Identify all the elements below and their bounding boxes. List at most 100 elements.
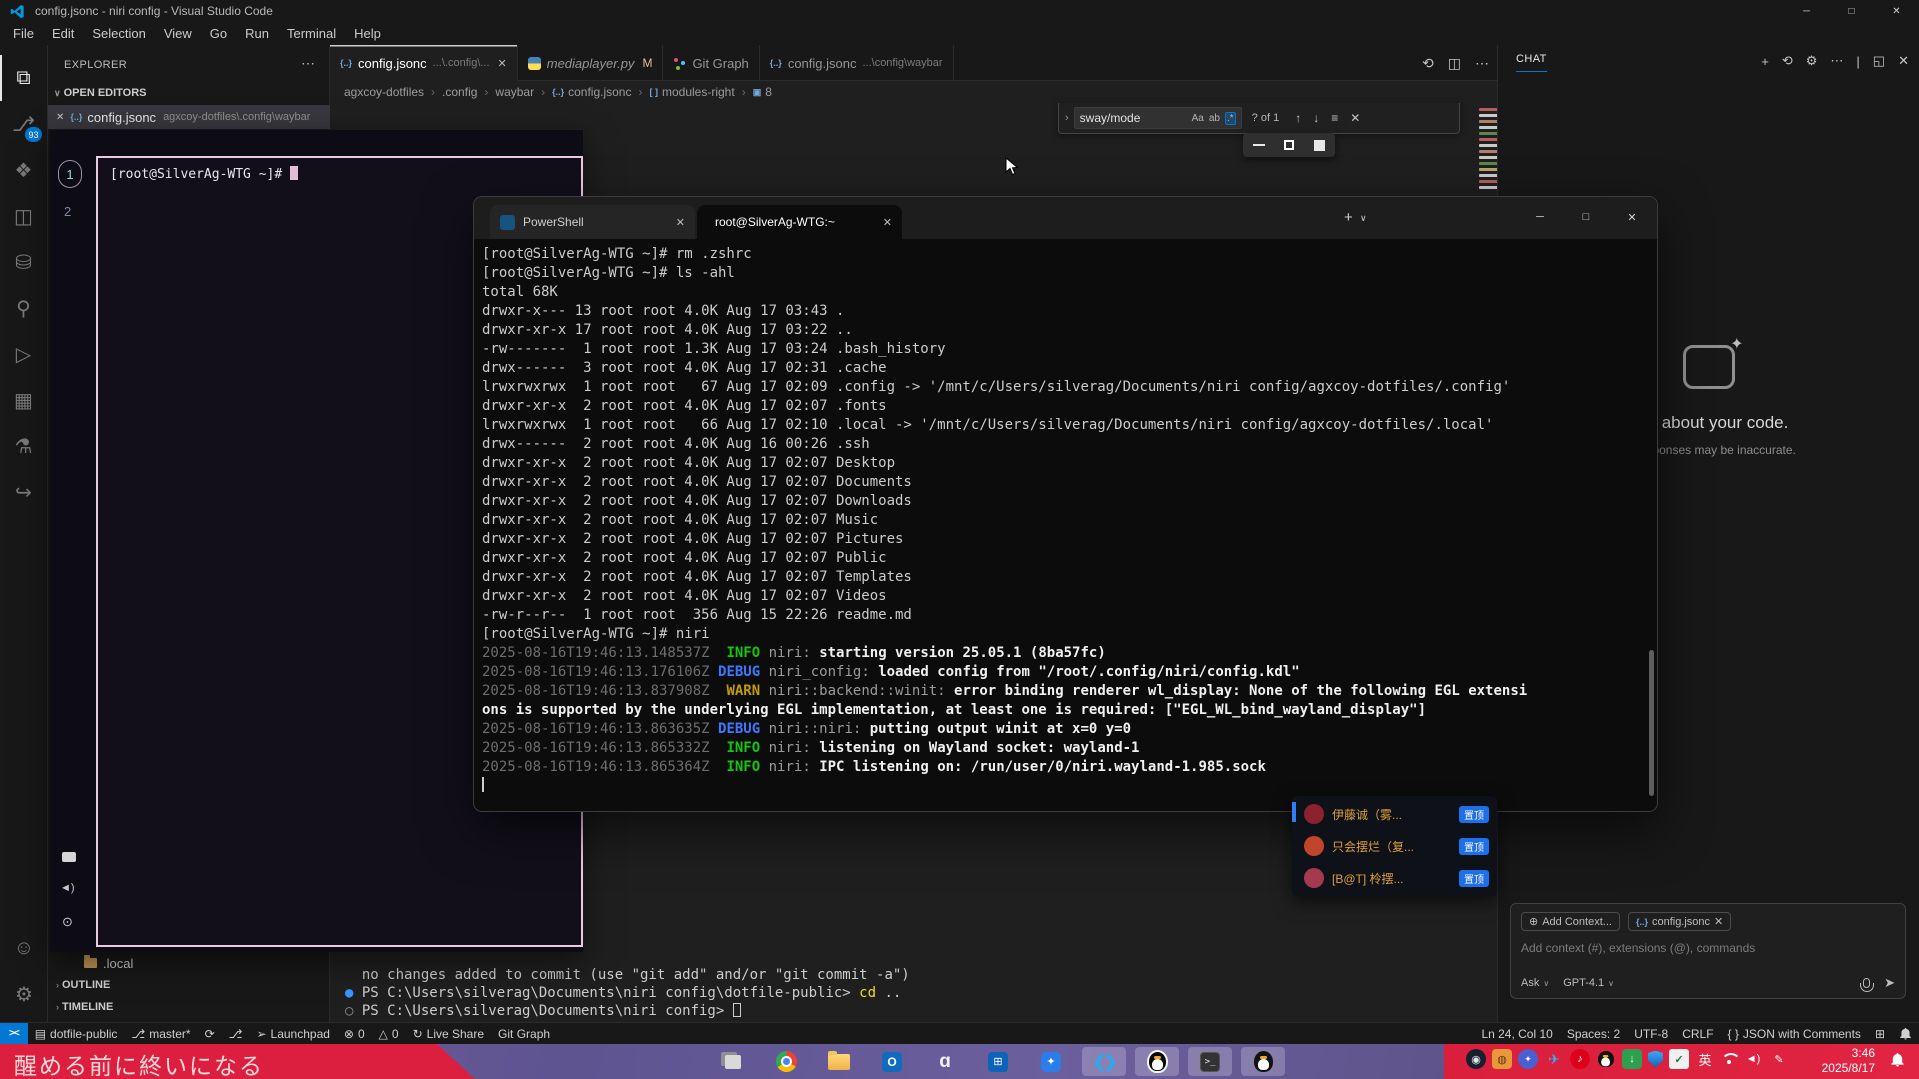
chat-input-box[interactable]: ⊕Add Context... {..}config.jsonc✕ Add co… (1510, 903, 1906, 999)
chat-header-icon[interactable]: ⟲ (1782, 53, 1793, 69)
status-bar-item[interactable]: ➢ Launchpad (249, 1027, 336, 1041)
tray-icon[interactable]: ✎ (1769, 1049, 1789, 1069)
status-bar-item[interactable]: Spaces: 2 (1560, 1027, 1627, 1041)
tray-icon[interactable]: ✈ (1544, 1049, 1564, 1069)
activity-bar-icon[interactable]: ▷ (0, 331, 48, 377)
status-bar-item[interactable]: ⎇ master* (124, 1027, 197, 1041)
menu-item[interactable]: Terminal (278, 26, 345, 41)
status-bar-item[interactable]: ⊗ 0 (337, 1027, 372, 1041)
editor-action-icon[interactable]: ◫ (1448, 55, 1461, 72)
chat-input-placeholder[interactable]: Add context (#), extensions (@), command… (1521, 941, 1895, 955)
taskbar-app-icon[interactable] (817, 1047, 861, 1076)
breadcrumb-item[interactable]: [ ] modules-right (631, 85, 734, 99)
minimize-icon[interactable] (1253, 144, 1265, 146)
taskbar-app-icon[interactable]: O (870, 1047, 914, 1076)
status-bar-item[interactable]: UTF-8 (1627, 1027, 1675, 1041)
status-bar-item[interactable]: Git Graph (491, 1027, 557, 1041)
menu-item[interactable]: Help (345, 26, 390, 41)
notifications-bell-icon[interactable] (1892, 1027, 1919, 1040)
status-bar-item[interactable]: ⟳ (198, 1027, 222, 1041)
chat-header-icon[interactable]: ⋯ (1830, 53, 1843, 69)
activity-bar-icon[interactable]: ☺ (0, 925, 48, 971)
editor-action-icon[interactable]: ⋯ (1475, 55, 1489, 72)
tray-icon[interactable]: ♪ (1570, 1049, 1590, 1069)
send-icon[interactable]: ➤ (1884, 975, 1895, 991)
status-bar-item[interactable]: ⊞ (1868, 1027, 1892, 1041)
taskbar-app-icon[interactable]: ⊞ (976, 1047, 1020, 1076)
activity-bar-icon[interactable]: ⚙ (0, 971, 48, 1017)
breadcrumb-item[interactable]: agxcoy-dotfiles (344, 85, 424, 99)
tray-icon[interactable]: ↓ (1622, 1049, 1642, 1069)
tab-dropdown-icon[interactable]: ∨ (1360, 213, 1367, 224)
maximize-icon[interactable]: □ (1563, 197, 1609, 237)
search-input[interactable]: sway/mode Aa ab .* (1074, 107, 1242, 129)
microphone-icon[interactable] (1863, 978, 1870, 988)
tray-icon[interactable]: ◄) (1743, 1049, 1763, 1069)
close-icon[interactable]: ✕ (1714, 915, 1723, 928)
maximize-icon[interactable] (1314, 140, 1325, 151)
terminal-output[interactable]: [root@SilverAg-WTG ~]# rm .zshrc[root@Si… (482, 245, 1643, 805)
menu-item[interactable]: Go (201, 26, 236, 41)
activity-bar-icon[interactable]: ⛁ (0, 239, 48, 285)
menu-item[interactable]: View (155, 26, 201, 41)
workspace-indicator-1[interactable]: 1 (58, 160, 82, 188)
close-icon[interactable]: ✕ (56, 112, 64, 123)
current-file-chip[interactable]: {..}config.jsonc✕ (1628, 912, 1731, 931)
outline-section[interactable]: › OUTLINE (48, 974, 330, 996)
add-context-button[interactable]: ⊕Add Context... (1521, 912, 1620, 931)
chat-header-icon[interactable]: ✕ (1898, 53, 1909, 69)
tray-icon[interactable] (1648, 1051, 1663, 1068)
tray-icon[interactable] (1598, 1051, 1614, 1067)
close-icon[interactable]: ✕ (1350, 111, 1360, 125)
status-bar-item[interactable]: ⎇ (222, 1027, 250, 1041)
editor-tab[interactable]: {..} config.jsonc ...\.config\... ✕ (330, 45, 518, 81)
windows-terminal-window[interactable]: PowerShell ✕ root@SilverAg-WTG:~ ✕ + ∨ ─… (473, 196, 1658, 812)
editor-action-icon[interactable]: ⟲ (1422, 55, 1434, 72)
breadcrumb-item[interactable]: .config (424, 85, 477, 99)
status-bar-item[interactable]: △ 0 (372, 1027, 406, 1041)
restore-icon[interactable] (1284, 140, 1294, 150)
taskbar-app-icon[interactable]: ✦ (1029, 1047, 1073, 1076)
find-in-selection-icon[interactable]: ≡ (1331, 111, 1338, 125)
tray-icon[interactable]: ✓ (1669, 1049, 1689, 1069)
breadcrumb-item[interactable]: waybar (477, 85, 534, 99)
regex-toggle[interactable]: .* (1225, 112, 1236, 125)
activity-bar-icon[interactable]: ◫ (0, 193, 48, 239)
menu-item[interactable]: Edit (43, 26, 83, 41)
open-editor-item[interactable]: ✕ {..} config.jsonc agxcoy-dotfiles\.con… (48, 105, 330, 129)
taskbar-app-icon[interactable]: >_ (1188, 1047, 1232, 1076)
terminal-tab[interactable]: root@SilverAg-WTG:~ ✕ (697, 205, 902, 239)
notification-bell-icon[interactable] (1890, 1052, 1905, 1067)
minimize-icon[interactable]: ─ (1784, 0, 1829, 22)
activity-bar-icon[interactable]: ↪ (0, 469, 48, 515)
status-bar-item[interactable]: CRLF (1675, 1027, 1720, 1041)
new-tab-icon[interactable]: + (1344, 209, 1353, 226)
qq-message-popup[interactable]: 伊藤诚（雾... 置顶 只会摆烂（复... 置顶 [B@T] 柃摆... 置顶 (1292, 796, 1497, 896)
timeline-section[interactable]: › TIMELINE (48, 996, 330, 1018)
collapse-icon[interactable]: › (1065, 112, 1069, 124)
terminal-titlebar[interactable]: PowerShell ✕ root@SilverAg-WTG:~ ✕ + ∨ ─… (474, 197, 1657, 239)
taskbar-app-icon[interactable] (658, 1047, 702, 1076)
tray-icon[interactable]: ◉ (1466, 1049, 1486, 1069)
editor-tab[interactable]: {..} config.jsonc ...\config\waybar (760, 45, 954, 81)
tree-item-local[interactable]: .local (48, 952, 330, 974)
taskbar-app-icon[interactable] (1135, 1047, 1179, 1076)
terminal-tab[interactable]: PowerShell ✕ (490, 205, 695, 239)
taskbar-app-icon[interactable] (764, 1047, 808, 1076)
open-editors-section[interactable]: ∨OPEN EDITORS (54, 87, 147, 99)
power-icon[interactable]: ⊙ (62, 914, 73, 930)
taskbar-app-icon[interactable] (1241, 1047, 1285, 1076)
close-icon[interactable]: ✕ (498, 57, 507, 70)
taskbar-app-icon[interactable]: ɑ (923, 1047, 967, 1076)
status-bar-item[interactable]: ↻ Live Share (406, 1027, 491, 1041)
close-icon[interactable]: ✕ (1609, 197, 1655, 237)
mode-dropdown[interactable]: Ask∨ (1521, 977, 1549, 989)
activity-bar-icon[interactable]: ⚲ (0, 285, 48, 331)
whole-word-toggle[interactable]: ab (1209, 113, 1220, 124)
tray-icon[interactable] (62, 852, 76, 862)
activity-bar-icon[interactable]: ❖ (0, 147, 48, 193)
tray-icon[interactable] (1721, 1053, 1737, 1065)
editor-tab[interactable]: mediaplayer.py M (518, 45, 664, 81)
tray-icon[interactable]: ◍ (1492, 1049, 1512, 1069)
next-match-icon[interactable]: ↓ (1313, 111, 1319, 125)
